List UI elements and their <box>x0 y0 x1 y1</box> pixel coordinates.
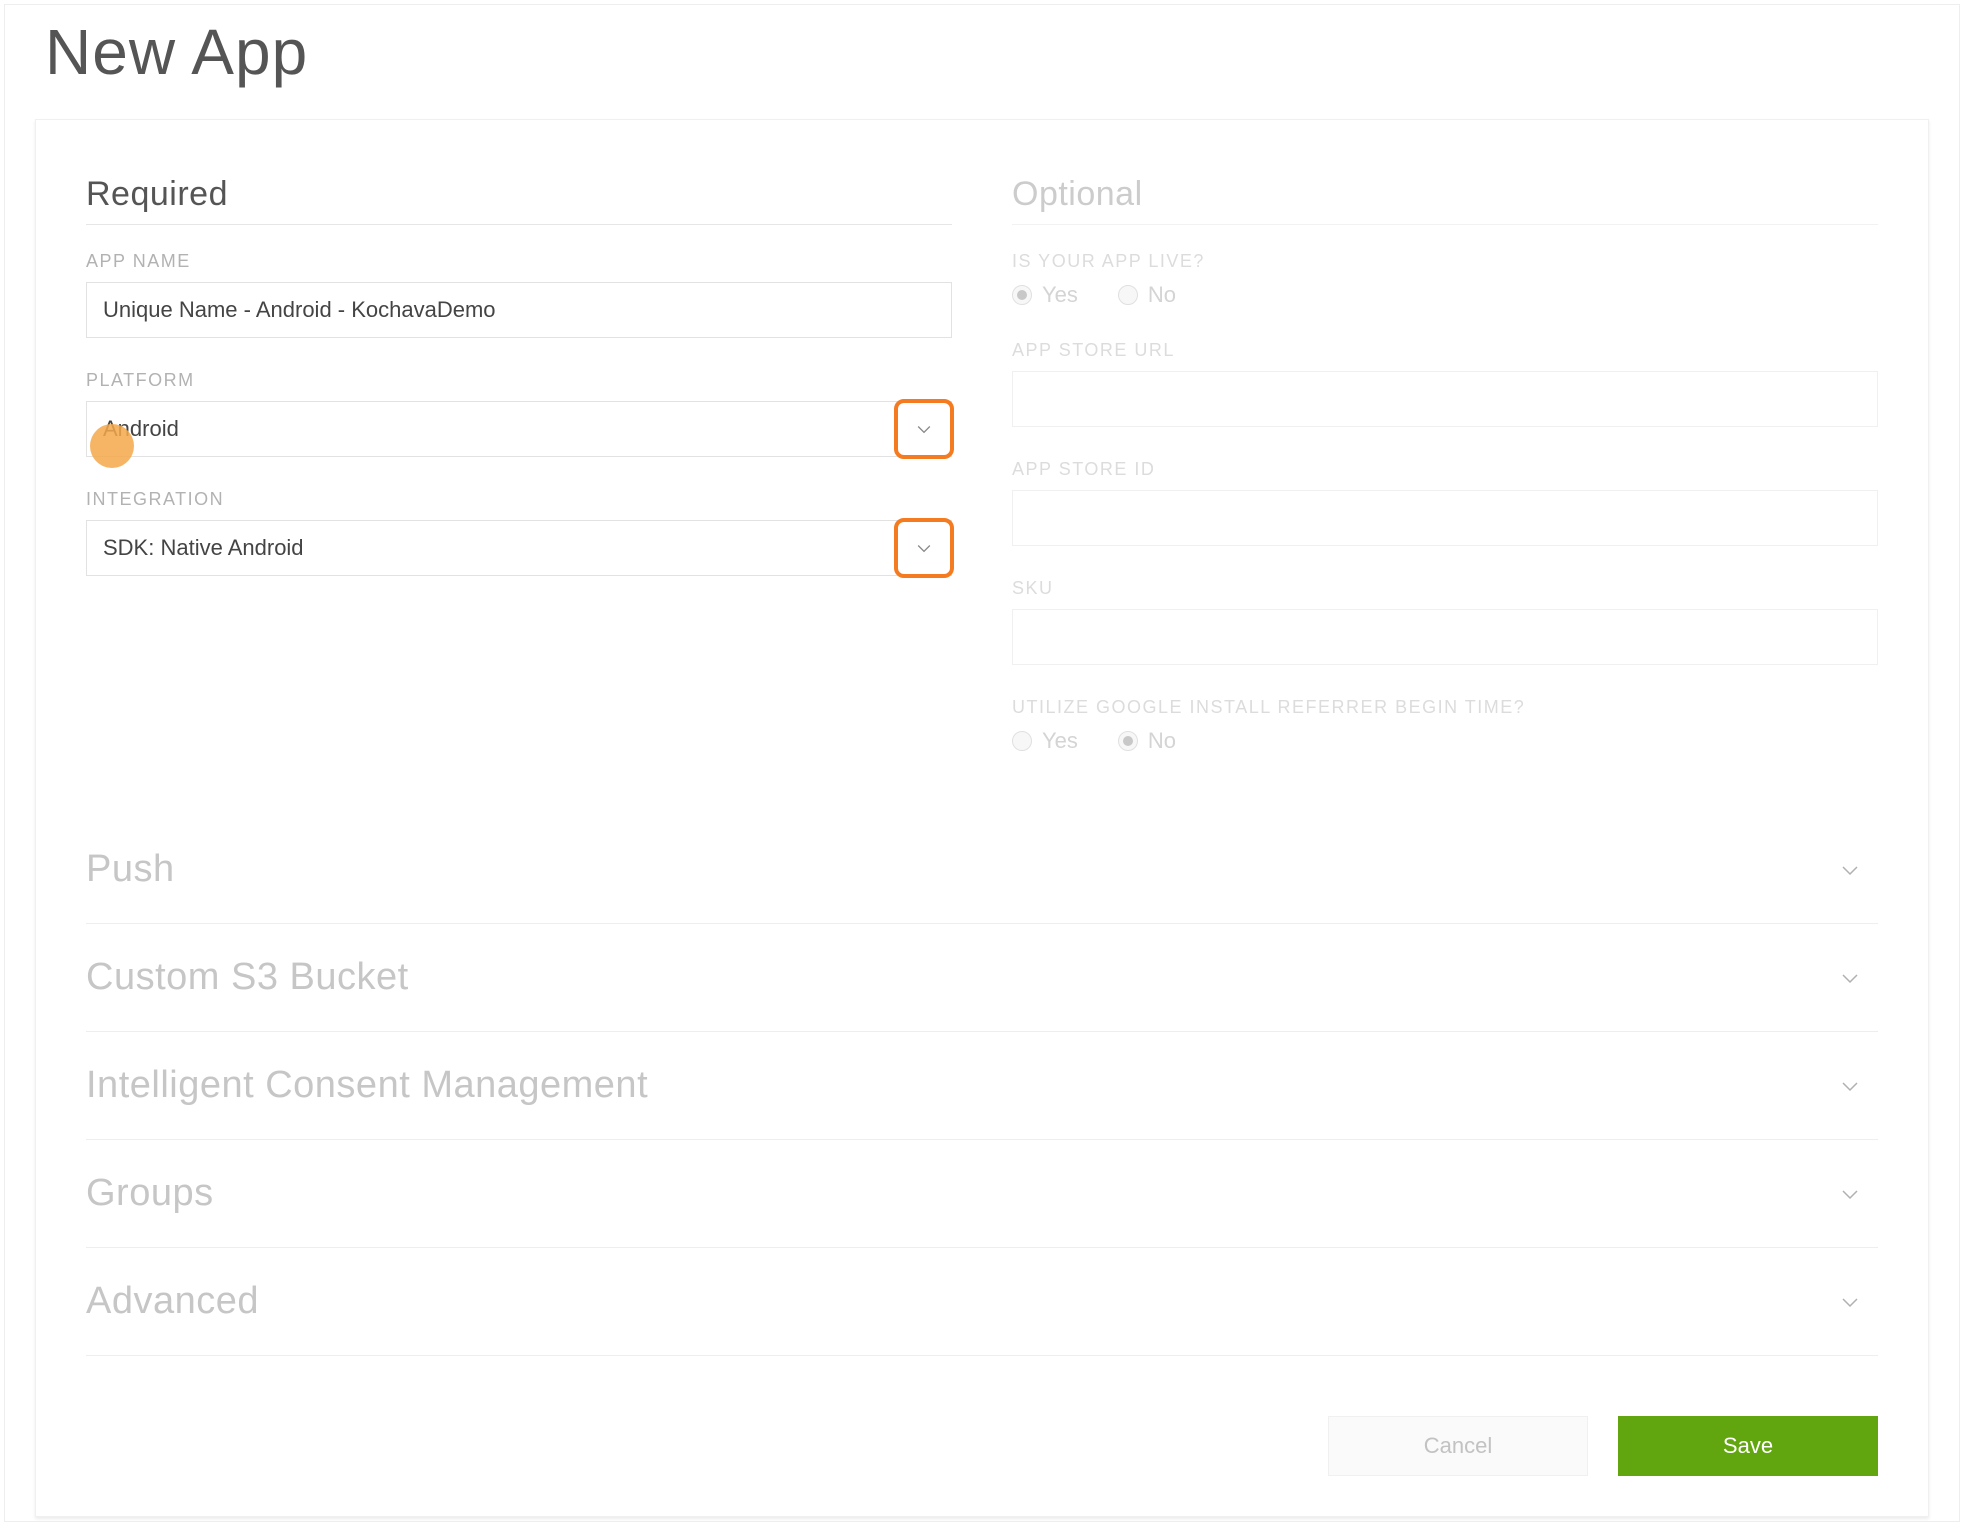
radio-icon <box>1012 285 1032 305</box>
save-button[interactable]: Save <box>1618 1416 1878 1476</box>
app-live-label: IS YOUR APP LIVE? <box>1012 251 1878 272</box>
radio-icon <box>1012 731 1032 751</box>
accordion-groups[interactable]: Groups <box>86 1140 1878 1248</box>
accordion-list: Push Custom S3 Bucket Intelligent Consen… <box>86 816 1878 1356</box>
app-live-yes-label: Yes <box>1042 282 1078 308</box>
google-referrer-yes-label: Yes <box>1042 728 1078 754</box>
chevron-down-icon <box>1838 858 1862 882</box>
google-referrer-label: UTILIZE GOOGLE INSTALL REFERRER BEGIN TI… <box>1012 697 1878 718</box>
form-card: Required APP NAME PLATFORM Android <box>35 119 1929 1517</box>
app-store-id-label: APP STORE ID <box>1012 459 1878 480</box>
form-columns: Required APP NAME PLATFORM Android <box>86 175 1878 786</box>
required-column: Required APP NAME PLATFORM Android <box>86 175 952 786</box>
integration-label: INTEGRATION <box>86 489 952 510</box>
accordion-consent[interactable]: Intelligent Consent Management <box>86 1032 1878 1140</box>
sku-label: SKU <box>1012 578 1878 599</box>
app-live-group: IS YOUR APP LIVE? Yes No <box>1012 251 1878 308</box>
platform-select[interactable]: Android <box>86 401 952 457</box>
button-row: Cancel Save <box>86 1416 1878 1476</box>
chevron-down-icon <box>1838 1290 1862 1314</box>
app-live-radio-row: Yes No <box>1012 282 1878 308</box>
chevron-down-icon <box>1838 966 1862 990</box>
sku-group: SKU <box>1012 578 1878 665</box>
accordion-label: Groups <box>86 1172 214 1215</box>
integration-select-value: SDK: Native Android <box>103 535 304 561</box>
accordion-label: Custom S3 Bucket <box>86 956 409 999</box>
integration-group: INTEGRATION SDK: Native Android <box>86 489 952 576</box>
integration-select-wrap: SDK: Native Android <box>86 520 952 576</box>
page-title: New App <box>5 5 1959 119</box>
accordion-custom-s3[interactable]: Custom S3 Bucket <box>86 924 1878 1032</box>
app-name-group: APP NAME <box>86 251 952 338</box>
optional-column: Optional IS YOUR APP LIVE? Yes No <box>1012 175 1878 786</box>
radio-icon <box>1118 285 1138 305</box>
app-store-id-input[interactable] <box>1012 490 1878 546</box>
annotation-marker <box>90 424 134 468</box>
platform-label: PLATFORM <box>86 370 952 391</box>
google-referrer-no-label: No <box>1148 728 1176 754</box>
google-referrer-yes[interactable]: Yes <box>1012 728 1078 754</box>
optional-heading: Optional <box>1012 175 1878 225</box>
cancel-button[interactable]: Cancel <box>1328 1416 1588 1476</box>
chevron-down-icon <box>1838 1074 1862 1098</box>
app-live-yes[interactable]: Yes <box>1012 282 1078 308</box>
app-store-url-group: APP STORE URL <box>1012 340 1878 427</box>
accordion-label: Push <box>86 848 175 891</box>
app-name-label: APP NAME <box>86 251 952 272</box>
sku-input[interactable] <box>1012 609 1878 665</box>
page-frame: New App Required APP NAME PLATFORM Andro… <box>4 4 1960 1522</box>
integration-select[interactable]: SDK: Native Android <box>86 520 952 576</box>
accordion-advanced[interactable]: Advanced <box>86 1248 1878 1356</box>
accordion-label: Advanced <box>86 1280 259 1323</box>
app-store-url-label: APP STORE URL <box>1012 340 1878 361</box>
platform-select-wrap: Android <box>86 401 952 457</box>
app-store-id-group: APP STORE ID <box>1012 459 1878 546</box>
app-store-url-input[interactable] <box>1012 371 1878 427</box>
radio-icon <box>1118 731 1138 751</box>
google-referrer-group: UTILIZE GOOGLE INSTALL REFERRER BEGIN TI… <box>1012 697 1878 754</box>
required-heading: Required <box>86 175 952 225</box>
google-referrer-radio-row: Yes No <box>1012 728 1878 754</box>
app-live-no-label: No <box>1148 282 1176 308</box>
chevron-down-icon <box>1838 1182 1862 1206</box>
platform-group: PLATFORM Android <box>86 370 952 457</box>
app-name-input[interactable] <box>86 282 952 338</box>
google-referrer-no[interactable]: No <box>1118 728 1176 754</box>
app-live-no[interactable]: No <box>1118 282 1176 308</box>
accordion-label: Intelligent Consent Management <box>86 1064 648 1107</box>
accordion-push[interactable]: Push <box>86 816 1878 924</box>
